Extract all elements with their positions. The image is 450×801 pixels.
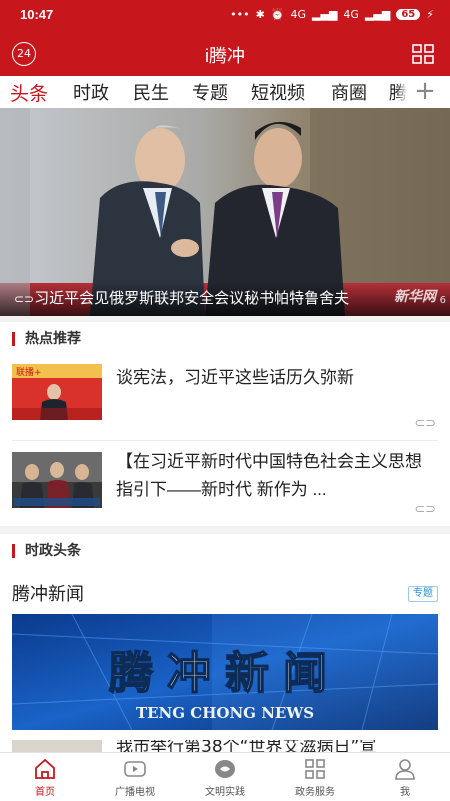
tab-short-video[interactable]: 短视频 — [251, 79, 305, 105]
nav-label: 我 — [400, 787, 410, 798]
alarm-icon: ⏰ — [270, 8, 285, 21]
nav-broadcast[interactable]: 广播电视 — [90, 757, 180, 798]
list-item[interactable]: 联播+ 谈宪法，习近平这些话历久弥新 ⊂⊃ — [12, 364, 438, 431]
signal-label-2: 4G — [343, 8, 359, 21]
user-icon — [395, 759, 415, 780]
app-bar: 24 i腾冲 — [0, 32, 450, 76]
divider — [12, 440, 438, 441]
nav-me[interactable]: 我 — [360, 757, 450, 798]
status-bar: 10:47 ••• ✱ ⏰ 4G ▂▄▆ 4G ▂▄▆ 65 ⚡ — [0, 0, 450, 32]
tab-business[interactable]: 商圈 — [331, 79, 367, 105]
status-time: 10:47 — [20, 7, 54, 22]
thumb-label: 联播+ — [16, 366, 42, 378]
add-tab-button[interactable]: + — [408, 76, 442, 107]
politics-section: 时政头条 腾冲新闻 专题 腾冲新闻 TENG CHONG NEWS 我市举行第3… — [0, 534, 450, 754]
battery-icon: 65 — [396, 9, 421, 20]
link-icon: ⊂⊃ — [14, 292, 35, 306]
charging-icon: ⚡ — [426, 8, 434, 21]
news-title: 【在习近平新时代中国特色社会主义思想指引下——新时代 新作为 ... — [116, 452, 422, 499]
grid-icon[interactable] — [412, 44, 434, 64]
tab-special[interactable]: 专题 — [192, 79, 228, 105]
banner-title-cn: 腾冲新闻 — [109, 648, 341, 699]
list-item[interactable]: 【在习近平新时代中国特色社会主义思想指引下——新时代 新作为 ... ⊂⊃ — [12, 448, 438, 518]
practice-icon — [215, 760, 235, 778]
section-heading: 时政头条 — [12, 544, 81, 558]
special-badge: 专题 — [408, 586, 438, 602]
news-thumbnail: 联播+ — [12, 364, 102, 420]
link-icon: ⊂⊃ — [414, 502, 436, 517]
tab-headline[interactable]: 头条 — [10, 79, 48, 106]
nav-label: 政务服务 — [295, 787, 335, 798]
signal-label-1: 4G — [290, 8, 307, 21]
nav-services[interactable]: 政务服务 — [270, 757, 360, 798]
bottom-nav: 首页 广播电视 文明实践 政务服务 我 — [0, 752, 450, 801]
grid-services-icon — [305, 759, 325, 779]
signal-icon-2: ▂▄▆ — [364, 8, 391, 21]
tab-politics[interactable]: 时政 — [73, 79, 109, 105]
news-title: 谈宪法，习近平这些话历久弥新 — [116, 368, 354, 387]
column-title[interactable]: 腾冲新闻 — [12, 580, 84, 606]
more-dots-icon: ••• — [230, 8, 250, 21]
signal-icon: ▂▄▆ — [312, 8, 338, 21]
hero-banner[interactable]: ⊂⊃习近平会见俄罗斯联邦安全会议秘书帕特鲁舍夫 新华网 6 — [0, 108, 450, 316]
nav-home[interactable]: 首页 — [0, 757, 90, 798]
hot-section: 热点推荐 联播+ 谈宪法，习近平这些话历久弥新 ⊂⊃ 【在习近平新时代中国特色社… — [0, 322, 450, 526]
banner-title-en: TENG CHONG NEWS — [136, 704, 314, 722]
nav-label: 广播电视 — [115, 787, 155, 798]
category-tabs: 头条 时政 民生 专题 短视频 商圈 腾 + — [0, 76, 450, 109]
tab-teng[interactable]: 腾 — [389, 79, 407, 105]
nav-label: 文明实践 — [205, 787, 245, 798]
video-icon — [124, 761, 146, 777]
nav-practice[interactable]: 文明实践 — [180, 757, 270, 798]
carousel-indicator: 6 — [439, 295, 446, 306]
link-icon: ⊂⊃ — [414, 416, 436, 431]
home-icon — [35, 758, 55, 779]
nav-label: 首页 — [35, 787, 55, 798]
tab-livelihood[interactable]: 民生 — [133, 79, 169, 105]
status-icons: ••• ✱ ⏰ 4G ▂▄▆ 4G ▂▄▆ 65 ⚡ — [230, 8, 434, 21]
section-heading: 热点推荐 — [12, 332, 81, 346]
bluetooth-icon: ✱ — [255, 8, 265, 21]
app-title: i腾冲 — [205, 46, 245, 66]
hero-watermark: 新华网 — [394, 289, 436, 305]
news-banner[interactable]: 腾冲新闻 TENG CHONG NEWS — [12, 614, 438, 730]
hero-caption: ⊂⊃习近平会见俄罗斯联邦安全会议秘书帕特鲁舍夫 — [14, 287, 434, 308]
news-thumbnail — [12, 452, 102, 508]
hero-caption-text: 习近平会见俄罗斯联邦安全会议秘书帕特鲁舍夫 — [34, 289, 350, 307]
